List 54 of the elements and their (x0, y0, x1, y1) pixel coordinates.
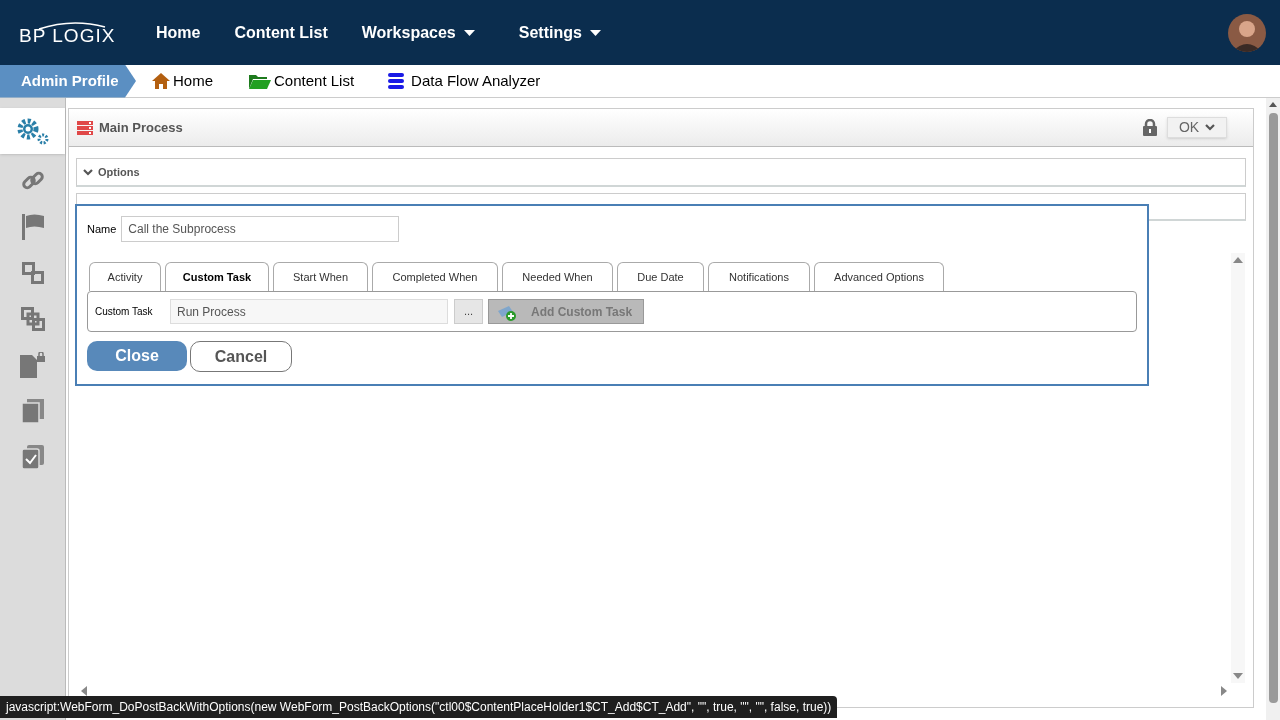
locked-document-icon (19, 352, 46, 378)
scroll-up-icon[interactable] (1269, 102, 1277, 107)
tab[interactable]: Advanced Options (814, 262, 944, 291)
panel-title: Main Process (99, 118, 183, 137)
nav-link[interactable]: Content List (226, 20, 336, 45)
field-label: Name (87, 221, 117, 237)
caret-icon (463, 29, 475, 36)
field-label: Custom Task (95, 305, 154, 319)
page-scrollbar[interactable] (1266, 98, 1280, 720)
tab[interactable]: Notifications (708, 262, 810, 291)
name-field[interactable]: Call the Subprocess (121, 216, 400, 242)
breadcrumb-link[interactable]: Data Flow Analyzer (388, 69, 541, 93)
chevron-down-icon (1205, 124, 1216, 131)
scroll-down-icon[interactable] (1233, 673, 1243, 679)
caret-icon (589, 29, 601, 36)
checked-copy-icon (21, 445, 44, 469)
tab[interactable]: Custom Task (165, 262, 269, 291)
browse-button[interactable]: ... (454, 299, 483, 324)
stacked-squares-icon (20, 307, 45, 331)
section-header[interactable]: Options (76, 158, 1246, 187)
vertical-scrollbar[interactable] (1231, 253, 1245, 683)
chevron-down-icon (83, 168, 93, 176)
logo: BP LOGIX (19, 19, 116, 46)
scroll-right-icon[interactable] (1221, 686, 1227, 696)
nav-link[interactable]: Workspaces (353, 20, 483, 45)
sidebar-item[interactable] (0, 108, 65, 154)
tab[interactable]: Start When (273, 262, 368, 291)
close-button[interactable]: Close (87, 341, 187, 371)
scroll-up-icon[interactable] (1233, 257, 1243, 263)
nav-link[interactable]: Home (148, 20, 209, 45)
flag-icon (21, 214, 44, 240)
home-icon (152, 73, 170, 89)
tab[interactable]: Needed When (502, 262, 613, 291)
tab[interactable]: Activity (89, 262, 161, 291)
tab[interactable]: Completed When (372, 262, 498, 291)
nav-link[interactable]: Settings (510, 20, 609, 45)
avatar[interactable] (1228, 13, 1266, 52)
link-icon (21, 170, 44, 192)
database-icon (388, 73, 405, 89)
scroll-left-icon[interactable] (81, 686, 87, 696)
custom-task-field[interactable]: Run Process (170, 299, 448, 324)
section-label: Options (98, 164, 140, 180)
folder-icon (249, 73, 271, 89)
cancel-button[interactable]: Cancel (190, 341, 292, 372)
status-url: javascript:WebForm_DoPostBackWithOptions(new WebForm_PostBackOptions("ctl00$ContentPlaceHolder1$CT_Add$CT_Add", "", true, "", "", false, true)) (0, 696, 838, 718)
copy-icon (21, 399, 44, 423)
overlapping-squares-icon (21, 262, 44, 284)
ok-button[interactable]: OK (1167, 117, 1227, 138)
gears-icon (15, 117, 50, 145)
breadcrumb-link[interactable]: Home (152, 69, 213, 93)
tab[interactable]: Due Date (617, 262, 704, 291)
breadcrumb-link[interactable]: Content List (249, 69, 355, 93)
lock-icon (1143, 119, 1157, 136)
process-icon (77, 120, 93, 135)
